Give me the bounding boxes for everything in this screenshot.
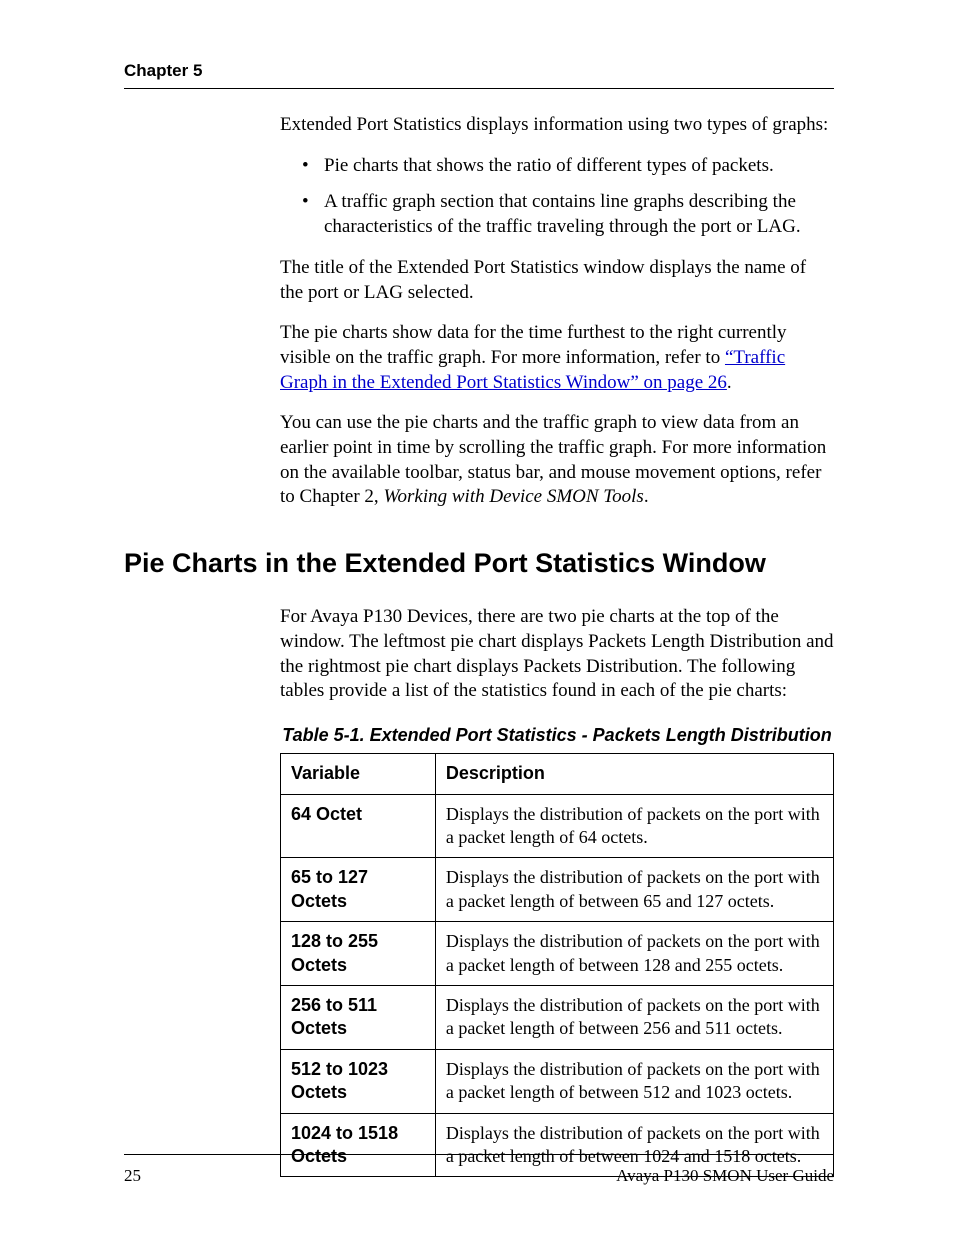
- intro-p3a: The pie charts show data for the time fu…: [280, 322, 787, 368]
- intro-p2: The title of the Extended Port Statistic…: [280, 256, 834, 305]
- table-row: 128 to 255 Octets Displays the distribut…: [281, 922, 834, 986]
- section-p1: For Avaya P130 Devices, there are two pi…: [280, 605, 834, 704]
- col-description: Description: [435, 754, 833, 794]
- cell-description: Displays the distribution of packets on …: [435, 794, 833, 858]
- table-header-row: Variable Description: [281, 754, 834, 794]
- col-variable: Variable: [281, 754, 436, 794]
- packets-length-table: Variable Description 64 Octet Displays t…: [280, 753, 834, 1177]
- cell-variable: 256 to 511 Octets: [281, 986, 436, 1050]
- cell-variable: 65 to 127 Octets: [281, 858, 436, 922]
- intro-p4-italic: Working with Device SMON Tools: [383, 486, 643, 507]
- cell-description: Displays the distribution of packets on …: [435, 922, 833, 986]
- footer-rule: [124, 1154, 834, 1155]
- header-rule: [124, 88, 834, 89]
- intro-p4: You can use the pie charts and the traff…: [280, 411, 834, 510]
- intro-p3: The pie charts show data for the time fu…: [280, 321, 834, 395]
- bullet-item: Pie charts that shows the ratio of diffe…: [280, 154, 834, 179]
- cell-description: Displays the distribution of packets on …: [435, 986, 833, 1050]
- doc-title: Avaya P130 SMON User Guide: [616, 1165, 834, 1187]
- bullet-item: A traffic graph section that contains li…: [280, 190, 834, 239]
- intro-p3b: .: [727, 372, 732, 393]
- table-row: 512 to 1023 Octets Displays the distribu…: [281, 1049, 834, 1113]
- chapter-label: Chapter 5: [124, 60, 834, 82]
- table-caption: Table 5-1. Extended Port Statistics - Pa…: [280, 724, 834, 747]
- page-number: 25: [124, 1165, 141, 1187]
- intro-lead: Extended Port Statistics displays inform…: [280, 113, 834, 138]
- intro-bullets: Pie charts that shows the ratio of diffe…: [280, 154, 834, 240]
- intro-p4b: .: [644, 486, 649, 507]
- cell-variable: 512 to 1023 Octets: [281, 1049, 436, 1113]
- page-footer: 25 Avaya P130 SMON User Guide: [124, 1154, 834, 1187]
- table-row: 65 to 127 Octets Displays the distributi…: [281, 858, 834, 922]
- cell-description: Displays the distribution of packets on …: [435, 858, 833, 922]
- cell-description: Displays the distribution of packets on …: [435, 1049, 833, 1113]
- cell-variable: 64 Octet: [281, 794, 436, 858]
- table-row: 256 to 511 Octets Displays the distribut…: [281, 986, 834, 1050]
- table-row: 64 Octet Displays the distribution of pa…: [281, 794, 834, 858]
- section-heading: Pie Charts in the Extended Port Statisti…: [124, 546, 834, 581]
- cell-variable: 128 to 255 Octets: [281, 922, 436, 986]
